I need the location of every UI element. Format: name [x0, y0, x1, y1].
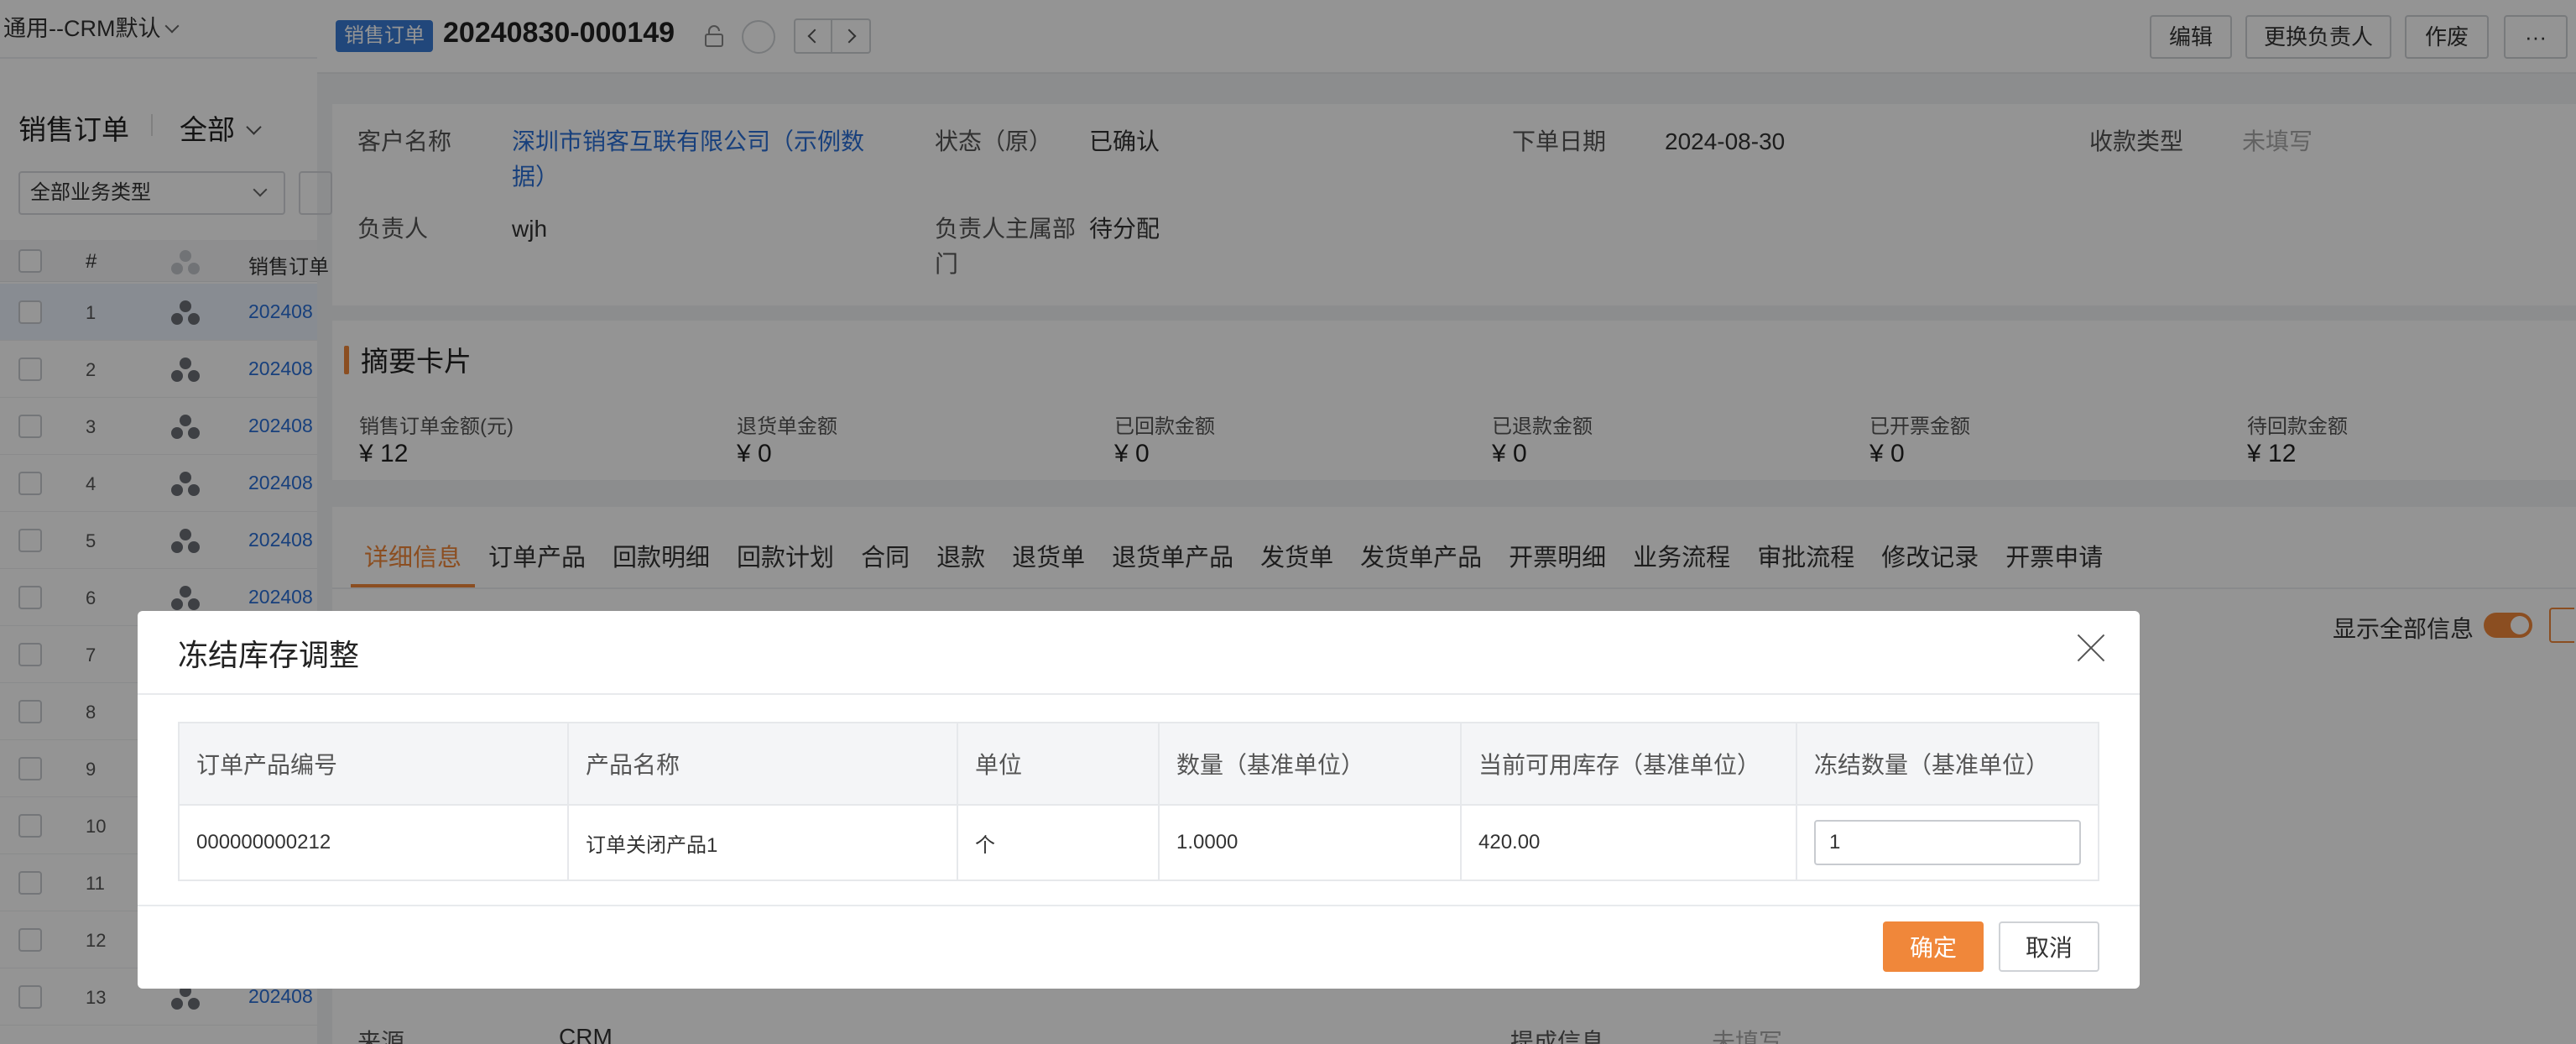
divider — [138, 905, 2140, 906]
column-header: 产品名称 — [567, 722, 958, 806]
column-header: 数量（基准单位） — [1158, 722, 1462, 806]
column-header: 单位 — [957, 722, 1160, 806]
quantity-cell: 1.0000 — [1158, 804, 1462, 881]
product-code-cell: 000000000212 — [178, 804, 569, 881]
divider — [138, 693, 2140, 695]
table-header-row: 订单产品编号 产品名称 单位 数量（基准单位） 当前可用库存（基准单位） 冻结数… — [178, 722, 2099, 806]
unit-cell: 个 — [957, 804, 1160, 881]
table-row: 000000000212 订单关闭产品1 个 1.0000 420.00 — [178, 804, 2099, 881]
confirm-button[interactable]: 确定 — [1883, 921, 1984, 972]
freeze-stock-dialog: 冻结库存调整 订单产品编号 产品名称 单位 数量（基准单位） 当前可用库存（基准… — [138, 611, 2140, 989]
dialog-title: 冻结库存调整 — [178, 638, 360, 672]
column-header: 冻结数量（基准单位） — [1796, 722, 2099, 806]
cancel-button[interactable]: 取消 — [1999, 921, 2099, 972]
available-stock-cell: 420.00 — [1460, 804, 1797, 881]
column-header: 当前可用库存（基准单位） — [1460, 722, 1797, 806]
close-icon[interactable] — [2076, 633, 2106, 663]
freeze-qty-cell — [1796, 804, 2099, 881]
product-name-cell: 订单关闭产品1 — [567, 804, 958, 881]
freeze-stock-table: 订单产品编号 产品名称 单位 数量（基准单位） 当前可用库存（基准单位） 冻结数… — [178, 722, 2099, 881]
freeze-qty-input[interactable] — [1814, 820, 2081, 865]
column-header: 订单产品编号 — [178, 722, 569, 806]
